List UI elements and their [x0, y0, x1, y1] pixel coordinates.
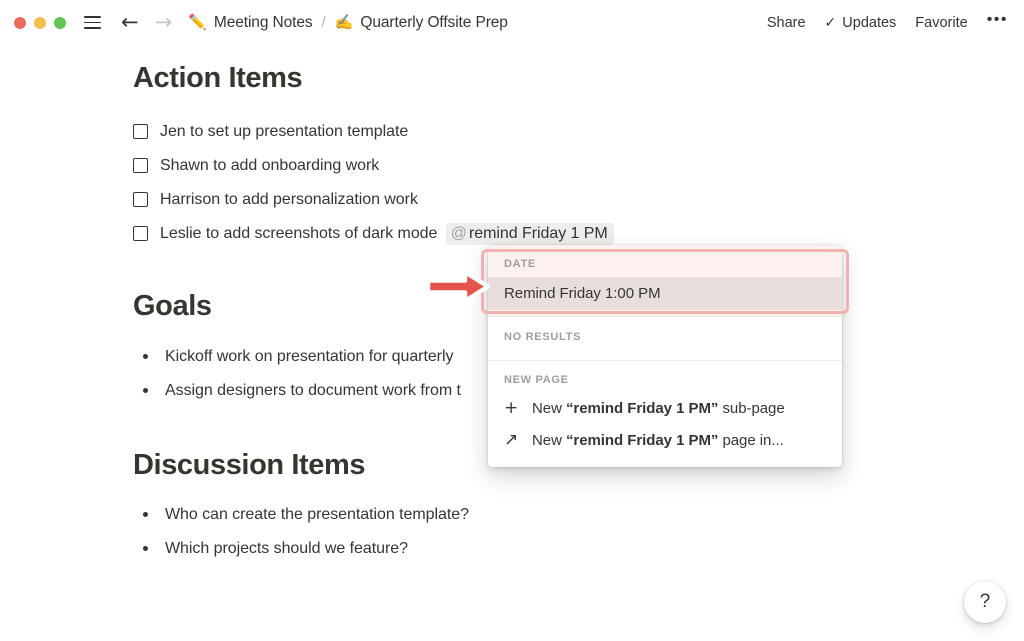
hamburger-menu-icon[interactable] [84, 16, 101, 29]
question-mark-icon: ? [979, 591, 991, 612]
zoom-window-button[interactable] [54, 16, 66, 29]
popup-option-new-page-in[interactable]: ↗ New “remind Friday 1 PM” page in... [488, 424, 842, 456]
popup-new-page-rows: + New “remind Friday 1 PM” sub-page ↗ Ne… [488, 392, 842, 467]
popup-group-label-no-results: NO RESULTS [504, 331, 582, 343]
window-titlebar: ← → ✏️ Meeting Notes / ✍️ Quarterly Offs… [0, 0, 1024, 45]
pencil-icon: ✏️ [188, 13, 207, 31]
popup-group-label-date: DATE [504, 258, 536, 270]
breadcrumb-separator: / [321, 14, 326, 31]
new-page-suffix: sub-page [718, 399, 785, 417]
popup-option-remind-date[interactable]: Remind Friday 1:00 PM [488, 277, 842, 310]
list-item-label: Assign designers to document work from t [165, 381, 461, 399]
todo-label: Shawn to add onboarding work [160, 156, 380, 174]
todo-label: Jen to set up presentation template [160, 122, 409, 140]
todo-label-with-mention: Leslie to add screenshots of dark mode @… [160, 222, 614, 245]
list-item[interactable]: Who can create the presentation template… [133, 500, 1024, 534]
help-button[interactable]: ? [964, 581, 1006, 623]
checkbox-icon[interactable] [133, 158, 148, 174]
breadcrumb-item-meeting-notes[interactable]: ✏️ Meeting Notes [188, 14, 312, 32]
todo-item[interactable]: Shawn to add onboarding work [133, 149, 1024, 183]
todo-label-text: Leslie to add screenshots of dark mode [160, 224, 442, 242]
app-window: ← → ✏️ Meeting Notes / ✍️ Quarterly Offs… [0, 0, 1024, 641]
hamburger-line [84, 16, 101, 18]
new-page-prefix: New [532, 399, 566, 417]
popup-option-label: New “remind Friday 1 PM” page in... [532, 432, 784, 449]
hamburger-line [84, 27, 101, 29]
popup-option-label: New “remind Friday 1 PM” sub-page [532, 400, 785, 417]
at-symbol-icon: @ [450, 224, 467, 242]
list-item[interactable]: Which projects should we feature? [133, 534, 1024, 568]
todo-item[interactable]: Harrison to add personalization work [133, 183, 1024, 217]
todo-list-action-items: Jen to set up presentation template Shaw… [133, 115, 1024, 251]
close-window-button[interactable] [14, 16, 26, 29]
breadcrumb-label: Quarterly Offsite Prep [360, 13, 508, 31]
updates-button[interactable]: ✓ Updates [825, 15, 897, 31]
checkbox-icon[interactable] [133, 124, 148, 140]
writing-hand-icon: ✍️ [334, 13, 354, 31]
share-button[interactable]: Share [767, 15, 806, 31]
new-page-query: “remind Friday 1 PM” [565, 431, 719, 449]
list-item-label: Who can create the presentation template… [165, 506, 469, 524]
new-page-query: “remind Friday 1 PM” [565, 399, 719, 417]
breadcrumb-item-quarterly-offsite-prep[interactable]: ✍️ Quarterly Offsite Prep [335, 14, 508, 32]
minimize-window-button[interactable] [34, 16, 46, 29]
popup-group-new-page: NEW PAGE + New “remind Friday 1 PM” sub-… [488, 361, 842, 467]
popup-group-no-results: NO RESULTS [488, 317, 842, 360]
plus-icon: + [504, 397, 519, 418]
arrow-up-right-icon: ↗ [504, 429, 519, 450]
todo-label: Harrison to add personalization work [160, 190, 418, 208]
mention-query-text: remind Friday 1 PM [468, 224, 608, 242]
mention-token[interactable]: @ remind Friday 1 PM [445, 222, 614, 245]
mention-autocomplete-popup: DATE Remind Friday 1:00 PM NO RESULTS NE… [488, 245, 842, 467]
bullet-icon [143, 512, 148, 518]
bullet-icon [143, 353, 148, 359]
new-page-suffix: page in... [718, 431, 784, 449]
back-arrow-icon[interactable]: ← [121, 12, 139, 33]
list-item-label: Kickoff work on presentation for quarter… [165, 347, 454, 365]
bullet-icon [143, 546, 148, 552]
breadcrumb-label: Meeting Notes [213, 13, 313, 31]
popup-group-date: DATE Remind Friday 1:00 PM [488, 245, 842, 316]
check-icon: ✓ [824, 14, 837, 31]
titlebar-actions: Share ✓ Updates Favorite ••• [767, 12, 1008, 33]
todo-item[interactable]: Jen to set up presentation template [133, 115, 1024, 149]
hamburger-line [84, 21, 101, 24]
popup-group-label-new-page: NEW PAGE [504, 374, 569, 386]
checkbox-icon[interactable] [133, 226, 148, 242]
bullet-icon [143, 387, 148, 393]
traffic-lights [14, 16, 66, 29]
popup-option-label: Remind Friday 1:00 PM [504, 285, 661, 302]
bullet-list-discussion-items: Who can create the presentation template… [133, 500, 1024, 568]
checkbox-icon[interactable] [133, 192, 148, 208]
more-options-icon[interactable]: ••• [987, 12, 1008, 33]
new-page-prefix: New [532, 431, 566, 449]
list-item-label: Which projects should we feature? [165, 540, 408, 558]
page-title-action-items: Action Items [133, 62, 303, 94]
updates-label: Updates [842, 14, 897, 31]
popup-option-new-subpage[interactable]: + New “remind Friday 1 PM” sub-page [488, 392, 842, 424]
favorite-button[interactable]: Favorite [915, 15, 967, 31]
forward-arrow-icon[interactable]: → [155, 12, 173, 33]
